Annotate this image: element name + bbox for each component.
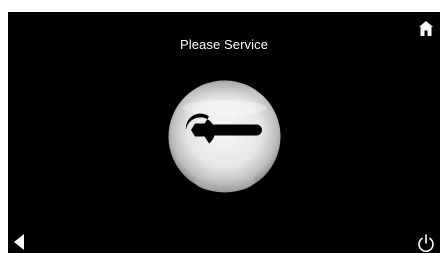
power-button[interactable] <box>417 234 435 253</box>
service-screen: Please Service <box>8 12 440 253</box>
home-icon <box>419 21 433 36</box>
back-button[interactable] <box>13 234 25 250</box>
service-knob-graphic <box>168 80 281 193</box>
power-icon <box>418 234 434 252</box>
home-button[interactable] <box>419 21 433 36</box>
service-button[interactable] <box>168 80 281 193</box>
page-title: Please Service <box>179 37 269 52</box>
back-arrow-icon <box>14 234 24 250</box>
